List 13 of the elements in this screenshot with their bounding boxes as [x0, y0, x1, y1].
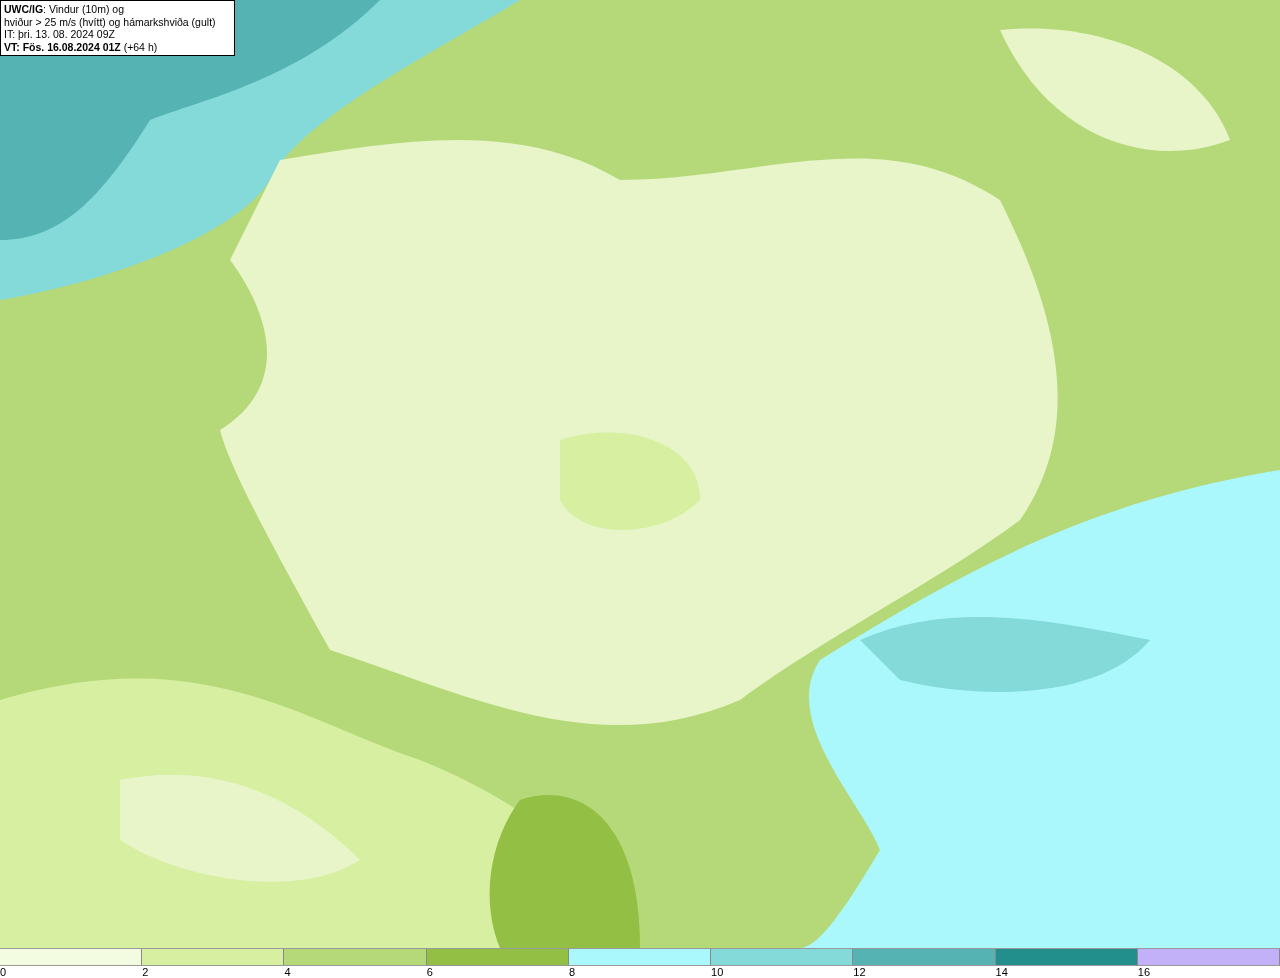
scale-label: 10: [711, 966, 724, 978]
scale-label: 16: [1137, 966, 1150, 978]
info-text: hviður > 25 m/s (hvítt) og hámarkshviða (gult): [4, 15, 217, 28]
scale-label: 4: [284, 966, 291, 978]
info-text: UWC/IG: Vindur (10m) og: [4, 3, 125, 16]
scale-label: 2: [142, 966, 149, 978]
info-text: IT: þri. 13. 08. 2024 09Z: [4, 28, 116, 41]
scale-label: 12: [853, 966, 866, 978]
scale-label: 6: [426, 966, 433, 978]
scale-label: 0: [0, 966, 7, 978]
scale-label: 14: [995, 966, 1008, 978]
scale-label: 8: [568, 966, 575, 978]
info-text: VT: Fös. 16.08.2024 01Z (+64 h): [4, 40, 159, 53]
